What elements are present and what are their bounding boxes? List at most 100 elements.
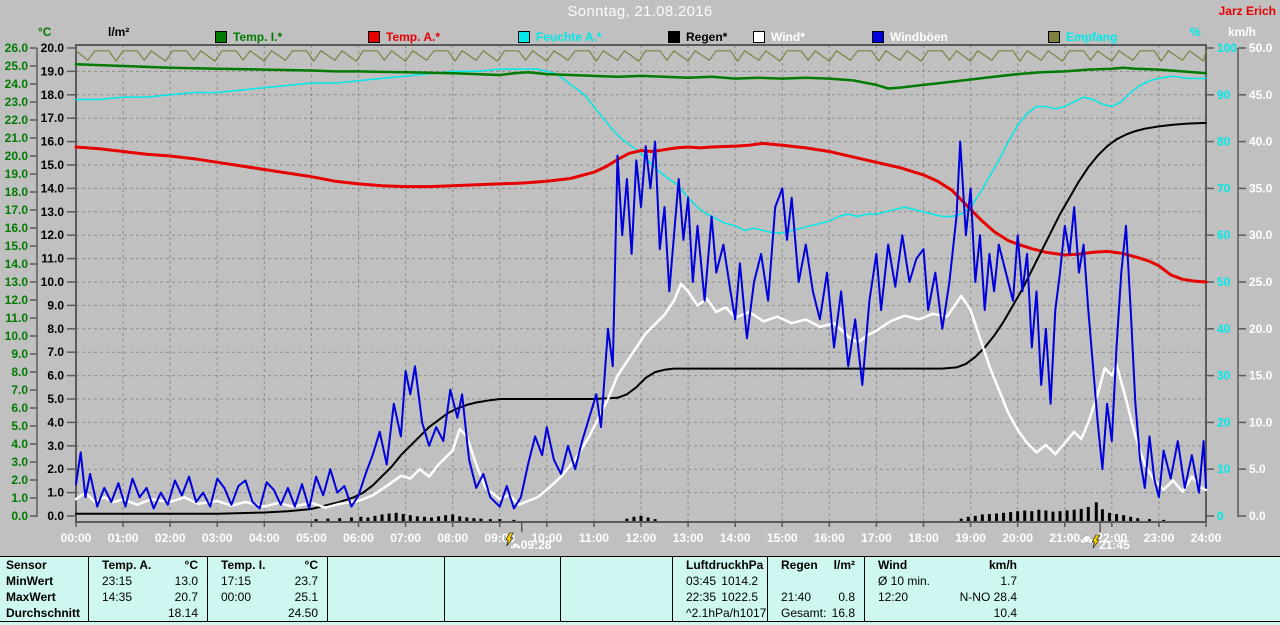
table-cell-temp-i--durchschnitt-time — [214, 605, 221, 621]
lm2-tick-label: 9.0 — [47, 298, 64, 312]
table-header-wind: Windkm/h — [865, 557, 1026, 573]
table-column-labels: SensorMinWertMaxWertDurchschnitt — [0, 557, 88, 621]
celsius-tick-label: 25.0 — [5, 59, 29, 73]
rain-rate-bar — [647, 517, 650, 521]
table-cell-regen-minwert — [768, 573, 864, 589]
rain-rate-bar — [315, 519, 318, 521]
rain-rate-bar — [1101, 509, 1104, 521]
rain-rate-bar — [1148, 519, 1151, 521]
rain-rate-bar — [625, 519, 628, 521]
table-cell-empty-4-durchschnitt-time — [567, 605, 574, 621]
rain-rate-bar — [967, 517, 970, 521]
percent-tick-label: 40 — [1217, 322, 1231, 336]
table-cell-luftdruck-minwert: 03:451014.2 — [673, 573, 767, 589]
table-cell-temp-a--durchschnitt: 18.14 — [89, 605, 207, 621]
lm2-tick-label: 20.0 — [41, 41, 65, 55]
rain-rate-bar — [402, 514, 405, 521]
table-cell-luftdruck-durchschnitt: ^2.1hPa/h1017.2 — [673, 605, 767, 621]
hour-tick-label: 12:00 — [626, 531, 657, 545]
table-header-luftdruck-time: Luftdruck — [679, 557, 741, 573]
table-cell-wind-durchschnitt-value: 10.4 — [994, 605, 1017, 621]
kmh-tick-label: 30.0 — [1249, 228, 1273, 242]
table-header-temp-i-: Temp. I.°C — [208, 557, 327, 573]
rain-rate-bar — [430, 517, 433, 521]
percent-tick-label: 80 — [1217, 135, 1231, 149]
hour-tick-label: 11:00 — [579, 531, 609, 545]
hour-tick-label: 23:00 — [1144, 531, 1175, 545]
table-cell-empty-2-durchschnitt — [328, 605, 444, 621]
rain-rate-bar — [498, 519, 501, 521]
rain-rate-bar — [1095, 502, 1098, 521]
kmh-tick-label: 40.0 — [1249, 135, 1273, 149]
lm2-tick-label: 18.0 — [41, 88, 65, 102]
table-header-regen-value: l/m² — [834, 557, 855, 573]
hour-tick-label: 02:00 — [155, 531, 186, 545]
celsius-tick-label: 2.0 — [11, 473, 28, 487]
table-cell-regen-minwert-time — [774, 573, 781, 589]
rain-rate-bar — [1162, 520, 1165, 521]
kmh-tick-label: 5.0 — [1249, 462, 1266, 476]
kmh-tick-label: 15.0 — [1249, 369, 1273, 383]
table-cell-wind-maxwert-value: N-NO 28.4 — [960, 589, 1017, 605]
celsius-tick-label: 0.0 — [11, 509, 28, 523]
rain-rate-bar — [395, 513, 398, 521]
table-column-empty-2 — [327, 557, 444, 621]
table-header-empty-2-time — [334, 557, 341, 573]
rain-rate-bar — [1073, 510, 1076, 521]
lm2-tick-label: 2.0 — [47, 462, 64, 476]
percent-tick-label: 10 — [1217, 462, 1231, 476]
table-row-label-maxwert: MaxWert — [0, 589, 88, 605]
plot-frame — [76, 45, 1206, 522]
hour-tick-label: 07:00 — [390, 531, 421, 545]
hour-tick-label: 15:00 — [767, 531, 798, 545]
table-column-luftdruck: LuftdruckhPa03:451014.222:351022.5^2.1hP… — [672, 557, 767, 621]
table-cell-wind-minwert-value: 1.7 — [1000, 573, 1017, 589]
rain-rate-bar — [1108, 513, 1111, 521]
lm2-tick-label: 5.0 — [47, 392, 64, 406]
lm2-tick-label: 11.0 — [41, 252, 64, 266]
rain-rate-bar — [1023, 510, 1026, 521]
event-marker-label: 09:28 — [521, 538, 552, 552]
table-cell-regen-maxwert: 21:400.8 — [768, 589, 864, 605]
statistics-table-grid: SensorMinWertMaxWertDurchschnittTemp. A.… — [0, 556, 1280, 622]
table-cell-empty-3-durchschnitt-time — [451, 605, 458, 621]
table-cell-temp-i--minwert-time: 17:15 — [214, 573, 251, 589]
lm2-tick-label: 10.0 — [41, 275, 65, 289]
celsius-tick-label: 13.0 — [5, 275, 29, 289]
rain-rate-bar — [512, 520, 515, 521]
rain-rate-bar — [423, 517, 426, 521]
lm2-tick-label: 8.0 — [47, 322, 64, 336]
table-cell-temp-a--minwert-value: 13.0 — [175, 573, 198, 589]
rain-rate-bar — [409, 515, 412, 521]
lm2-tick-label: 15.0 — [41, 158, 65, 172]
hour-tick-label: 08:00 — [437, 531, 468, 545]
celsius-tick-label: 21.0 — [5, 131, 29, 145]
rain-rate-bar — [416, 516, 419, 521]
table-cell-empty-4-maxwert — [561, 589, 672, 605]
celsius-tick-label: 26.0 — [5, 41, 29, 55]
rain-rate-bar — [988, 514, 991, 521]
percent-tick-label: 0 — [1217, 509, 1224, 523]
celsius-tick-label: 19.0 — [5, 167, 29, 181]
rain-rate-bar — [1016, 511, 1019, 521]
hour-tick-label: 13:00 — [673, 531, 704, 545]
lm2-tick-label: 6.0 — [47, 369, 64, 383]
rain-rate-bar — [1044, 510, 1047, 521]
table-cell-temp-a--maxwert-value: 20.7 — [175, 589, 198, 605]
event-marker-label: 21:45 — [1099, 538, 1130, 552]
rain-rate-bar — [472, 518, 475, 521]
table-cell-luftdruck-maxwert-value: 1022.5 — [721, 589, 758, 605]
table-column-wind: Windkm/hØ 10 min.1.712:20N-NO 28.410.4 — [864, 557, 1026, 621]
rain-rate-bar — [489, 519, 492, 521]
lm2-tick-label: 7.0 — [47, 345, 64, 359]
rain-rate-bar — [1087, 507, 1090, 521]
kmh-tick-label: 50.0 — [1249, 41, 1273, 55]
table-header-wind-time: Wind — [871, 557, 907, 573]
rain-rate-bar — [451, 514, 454, 521]
table-cell-temp-a--durchschnitt-value: 18.14 — [168, 605, 198, 621]
lm2-tick-label: 3.0 — [47, 439, 64, 453]
rain-rate-bar — [350, 517, 353, 521]
table-cell-wind-durchschnitt: 10.4 — [865, 605, 1026, 621]
table-cell-wind-maxwert: 12:20N-NO 28.4 — [865, 589, 1026, 605]
rain-rate-bar — [1009, 512, 1012, 521]
